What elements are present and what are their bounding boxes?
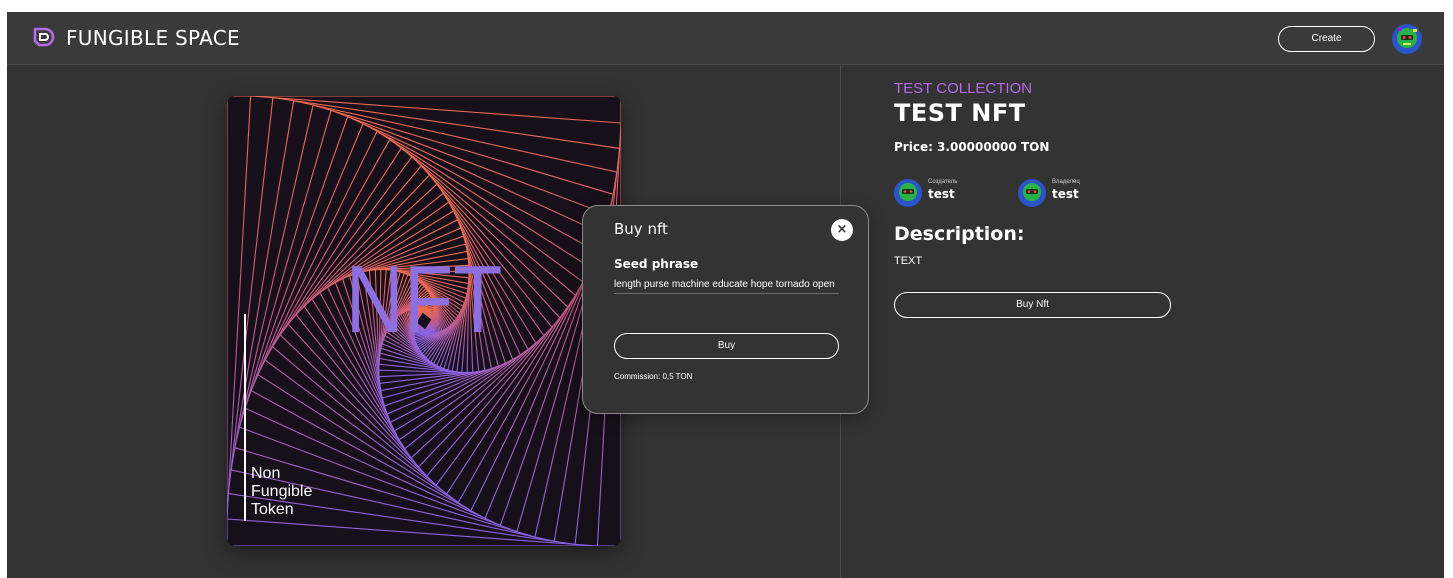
creator-role-label: Создатель <box>928 179 958 185</box>
close-button[interactable]: × <box>831 219 853 241</box>
modal-title: Buy nft <box>614 220 668 238</box>
nft-image-title: NFT <box>346 245 503 352</box>
collection-name[interactable]: TEST COLLECTION <box>894 80 1032 97</box>
owner-role-label: Владелец <box>1052 179 1080 185</box>
nft-title: TEST NFT <box>894 99 1026 127</box>
buy-nft-button[interactable]: Buy Nft <box>894 292 1171 318</box>
seed-phrase-label: Seed phrase <box>614 257 699 271</box>
nft-image-caption-line-3: Token <box>251 501 294 518</box>
create-button[interactable]: Create <box>1278 26 1375 52</box>
brand-name[interactable]: FUNGIBLE SPACE <box>66 26 240 50</box>
buy-button[interactable]: Buy <box>614 333 839 359</box>
nft-image-caption-line-2: Fungible <box>251 483 312 500</box>
user-avatar-icon[interactable] <box>1392 24 1422 54</box>
buy-nft-modal: Buy nft × Seed phrase Buy Commission: 0,… <box>582 205 869 414</box>
owner-avatar-icon <box>1018 179 1046 207</box>
brand-logo-icon[interactable] <box>31 25 55 49</box>
creator-name[interactable]: test <box>928 187 955 201</box>
description-heading: Description: <box>894 223 1025 245</box>
top-bar: FUNGIBLE SPACE Create <box>7 12 1444 65</box>
nft-price: Price: 3.00000000 TON <box>894 140 1050 154</box>
nft-image-caption-line-1: Non <box>251 465 280 482</box>
close-icon: × <box>836 222 848 237</box>
creator-avatar-icon <box>894 179 922 207</box>
seed-phrase-input[interactable] <box>614 276 839 294</box>
commission-text: Commission: 0,5 TON <box>614 372 693 381</box>
description-text: TEXT <box>894 255 923 267</box>
owner-name[interactable]: test <box>1052 187 1079 201</box>
nft-image: NFT Non Fungible Token <box>227 96 621 546</box>
app: FUNGIBLE SPACE Create NFT Non Fungible T… <box>7 12 1444 578</box>
